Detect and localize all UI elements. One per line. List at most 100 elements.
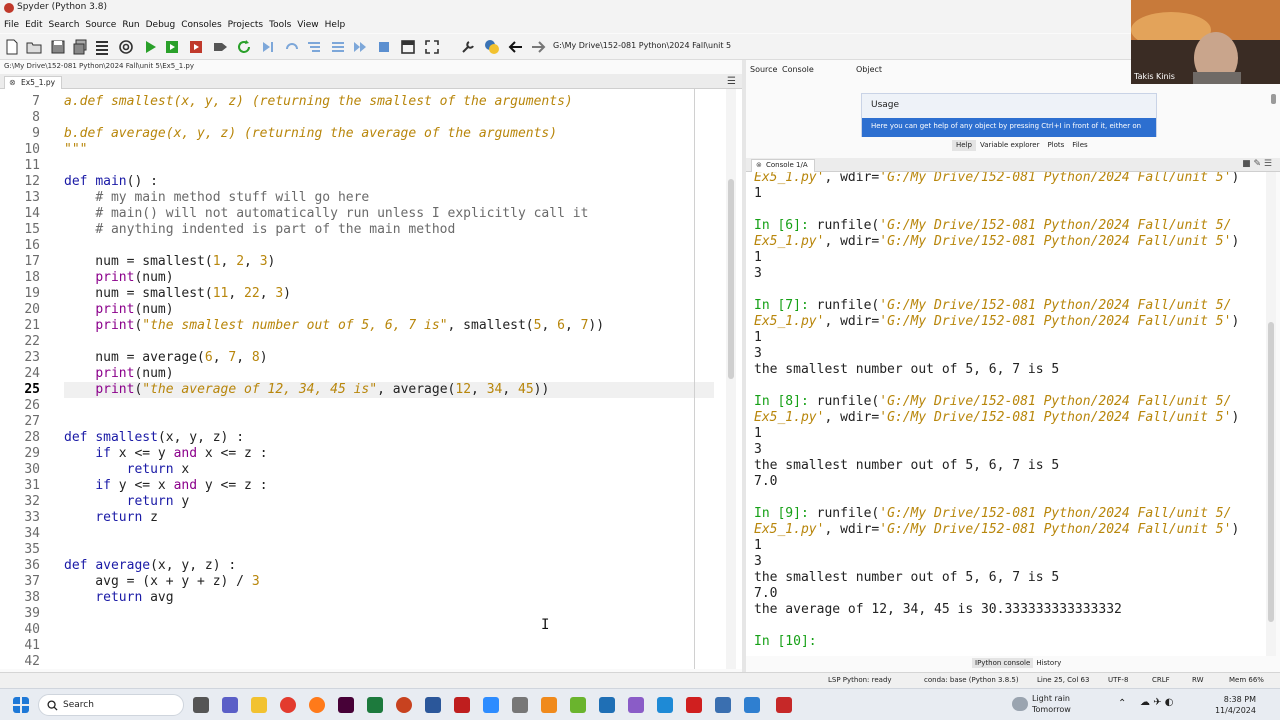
chrome-icon[interactable]: [280, 697, 296, 713]
run-icon[interactable]: [142, 39, 158, 55]
step-return-icon[interactable]: [330, 39, 346, 55]
console-line: the average of 12, 34, 45 is 30.33333333…: [754, 602, 1122, 617]
step-icon[interactable]: [284, 39, 300, 55]
fullscreen-icon[interactable]: [424, 39, 440, 55]
line-number: 16: [24, 238, 40, 253]
menu-view[interactable]: View: [297, 20, 318, 30]
help-scrollbar[interactable]: [1270, 92, 1278, 136]
teams-icon[interactable]: [222, 697, 238, 713]
app-icon[interactable]: [512, 697, 528, 713]
chevron-up-icon[interactable]: ⌃: [1118, 698, 1126, 709]
visual-studio-icon[interactable]: [628, 697, 644, 713]
debug-icon[interactable]: [260, 39, 276, 55]
console-options-icon[interactable]: ■ ✎ ☰: [1242, 159, 1272, 169]
code-line: print(num): [95, 366, 174, 381]
open-folder-icon[interactable]: [26, 39, 42, 55]
step-into-icon[interactable]: [306, 39, 322, 55]
menu-tools[interactable]: Tools: [269, 20, 291, 30]
working-directory-path[interactable]: G:\My Drive\152-081 Python\2024 Fall\uni…: [553, 41, 731, 50]
tab-ipython-console[interactable]: IPython console: [972, 658, 1034, 668]
new-file-icon[interactable]: [4, 39, 20, 55]
ipython-console[interactable]: Ex5_1.py', wdir='G:/My Drive/152-081 Pyt…: [746, 172, 1268, 656]
menu-debug[interactable]: Debug: [146, 20, 176, 30]
acrobat-icon[interactable]: [686, 697, 702, 713]
console-scrollbar-thumb[interactable]: [1268, 322, 1274, 622]
menu-projects[interactable]: Projects: [228, 20, 263, 30]
zoom-icon[interactable]: [483, 697, 499, 713]
webcam-name-label: Takis Kinis: [1134, 72, 1175, 81]
run-selection-icon[interactable]: [212, 39, 228, 55]
editor-tab-ex5-1[interactable]: ⊗ Ex5_1.py: [4, 76, 63, 89]
calculator-icon[interactable]: [744, 697, 760, 713]
excel-icon[interactable]: [367, 697, 383, 713]
tab-plots[interactable]: Plots: [1043, 140, 1068, 151]
maximize-pane-icon[interactable]: [400, 39, 416, 55]
list-icon[interactable]: [94, 39, 110, 55]
save-all-icon[interactable]: [72, 39, 88, 55]
run-cell-icon[interactable]: [164, 39, 180, 55]
line-number: 14: [24, 206, 40, 221]
close-tab-icon[interactable]: ⊗: [9, 77, 16, 89]
weather-widget[interactable]: Light rain Tomorrow: [1010, 694, 1120, 718]
at-icon[interactable]: [118, 39, 134, 55]
outlook-icon[interactable]: [599, 697, 615, 713]
help-scrollbar-thumb[interactable]: [1271, 94, 1276, 104]
back-arrow-icon[interactable]: [508, 39, 524, 55]
console-tab[interactable]: ⊗ Console 1/A: [751, 159, 815, 172]
line-number: 24: [24, 366, 40, 381]
menu-source[interactable]: Source: [85, 20, 116, 30]
line-number: 42: [24, 654, 40, 669]
dreamweaver-icon[interactable]: [338, 697, 354, 713]
conda-status[interactable]: conda: base (Python 3.8.5): [924, 676, 1019, 684]
menu-help[interactable]: Help: [325, 20, 346, 30]
tab-variable-explorer[interactable]: Variable explorer: [976, 140, 1043, 151]
taskbar-search[interactable]: Search: [38, 694, 184, 716]
firefox-icon[interactable]: [309, 697, 325, 713]
continue-icon[interactable]: [352, 39, 368, 55]
vlc-icon[interactable]: [541, 697, 557, 713]
filezilla-icon[interactable]: [454, 697, 470, 713]
console-prompt[interactable]: In [10]:: [754, 634, 817, 650]
code-editor[interactable]: 7 8 9 10 11 12 13 14 15 16 17 18 19 20 2…: [0, 89, 742, 669]
notepad-plus-icon[interactable]: [570, 697, 586, 713]
tab-help[interactable]: Help: [952, 140, 976, 151]
code-area[interactable]: a.def smallest(x, y, z) (returning the s…: [64, 89, 704, 669]
line-number: 40: [24, 622, 40, 637]
save-icon[interactable]: [50, 39, 66, 55]
pane-menu-icon[interactable]: ☰: [727, 76, 736, 87]
wrench-icon[interactable]: [460, 39, 476, 55]
spyder-taskbar-icon[interactable]: [776, 697, 792, 713]
code-line: # my main method stuff will go here: [95, 190, 370, 205]
file-explorer-icon[interactable]: [251, 697, 267, 713]
help-source-select[interactable]: Console: [782, 65, 814, 74]
code-line: if y <= x and y <= z :: [95, 478, 268, 493]
console-line: the smallest number out of 5, 6, 7 is 5: [754, 458, 1060, 473]
python-path-icon[interactable]: [484, 39, 500, 55]
powerpoint-icon[interactable]: [396, 697, 412, 713]
console-line: 3: [754, 554, 762, 569]
snipping-tool-icon[interactable]: [715, 697, 731, 713]
editor-scrollbar[interactable]: [726, 89, 736, 669]
tab-files[interactable]: Files: [1068, 140, 1091, 151]
editor-scrollbar-thumb[interactable]: [728, 179, 734, 379]
windows-start-icon[interactable]: [13, 697, 29, 713]
menu-consoles[interactable]: Consoles: [181, 20, 221, 30]
tab-history[interactable]: History: [1033, 658, 1064, 668]
menu-search[interactable]: Search: [49, 20, 80, 30]
console-line: In [9]: runfile('G:/My Drive/152-081 Pyt…: [754, 506, 1232, 521]
clock[interactable]: 8:38 PM 11/4/2024: [1210, 694, 1256, 716]
forward-arrow-icon[interactable]: [530, 39, 546, 55]
menu-edit[interactable]: Edit: [25, 20, 42, 30]
tray-icons[interactable]: ☁ ✈ ◐: [1140, 697, 1173, 708]
vscode-icon[interactable]: [657, 697, 673, 713]
rerun-icon[interactable]: [236, 39, 252, 55]
menu-run[interactable]: Run: [122, 20, 139, 30]
stop-icon[interactable]: [376, 39, 392, 55]
console-scrollbar[interactable]: [1266, 172, 1276, 656]
menu-file[interactable]: File: [4, 20, 19, 30]
run-cell-advance-icon[interactable]: [188, 39, 204, 55]
task-view-icon[interactable]: [193, 697, 209, 713]
close-console-icon[interactable]: ⊗: [756, 160, 762, 171]
code-line: print(num): [95, 270, 174, 285]
word-icon[interactable]: [425, 697, 441, 713]
